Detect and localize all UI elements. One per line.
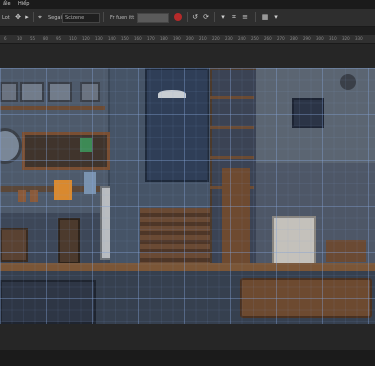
side-table [326, 240, 366, 262]
ruler-tick-label: 290 [303, 36, 311, 41]
item-tray [240, 278, 372, 318]
ruler-tick-label: 230 [225, 36, 233, 41]
transform-field[interactable] [137, 13, 169, 23]
cabinet [0, 228, 28, 262]
frame-2 [20, 82, 44, 102]
ruler-tick-label: 260 [264, 36, 272, 41]
horizontal-ruler: 6 10 55 80 95 110 120 130 140 150 160 170 180 190 200 2… [0, 35, 375, 44]
vase-1 [18, 190, 26, 202]
dropdown-icon[interactable]: ▾ [219, 13, 227, 21]
separator [103, 12, 104, 22]
ruler-tick-label: 210 [199, 36, 207, 41]
layer-select-value: Scizene [65, 15, 85, 21]
separator [255, 12, 256, 22]
color-swatch[interactable] [174, 13, 182, 21]
basement-shelf-left [0, 280, 96, 324]
ruler-tick-label: 95 [56, 36, 62, 41]
grid-icon[interactable]: ▦ [261, 13, 269, 21]
rotate-icon[interactable]: ↺ [191, 13, 199, 21]
transform-icon[interactable]: ⌖ [36, 13, 44, 21]
ruler-tick-label: 10 [17, 36, 23, 41]
ruler-tick-label: 320 [342, 36, 350, 41]
menu-bar: ẩle Hiểp [0, 0, 375, 9]
ceiling-lamp [158, 90, 186, 98]
ruler-tick-label: 150 [121, 36, 129, 41]
bottle [84, 172, 96, 194]
align-icon[interactable]: ≡ [241, 13, 249, 21]
stairs [140, 208, 210, 263]
ruler-tick-label: 55 [30, 36, 36, 41]
ruler-tick-label: 270 [277, 36, 285, 41]
shelf-board-2 [210, 126, 254, 129]
frame-1 [0, 82, 18, 102]
device-panel [292, 98, 324, 128]
ruler-tick-label: 250 [251, 36, 259, 41]
left-shelf-top [0, 106, 105, 110]
standing-frame [58, 218, 80, 264]
crop-icon[interactable]: ⌗ [230, 13, 238, 21]
fox-figure [54, 180, 72, 200]
shelf-board-1 [210, 96, 254, 99]
frame-4 [80, 82, 100, 102]
frame-3 [48, 82, 72, 102]
floor-strip [0, 263, 375, 271]
gear [340, 74, 356, 90]
separator [187, 12, 188, 22]
move-icon[interactable]: ✥ [14, 13, 22, 21]
tool-options-bar: Lot ✥ ▸ ⌖ Segai Scizene Fr fuen itt ↺ ⟳ … [0, 9, 375, 27]
canvas[interactable] [0, 68, 375, 324]
ruler-tick-label: 110 [69, 36, 77, 41]
ruler-tick-label: 280 [290, 36, 298, 41]
ruler-tick-label: 200 [186, 36, 194, 41]
ruler-tick-label: 80 [43, 36, 49, 41]
ruler-tick-label: 130 [95, 36, 103, 41]
workspace [0, 44, 375, 350]
ruler-tick-label: 330 [355, 36, 363, 41]
door [145, 68, 209, 182]
document-tab-strip [0, 27, 375, 35]
separator [33, 12, 34, 22]
ruler-tick-label: 170 [147, 36, 155, 41]
desk-frame [22, 132, 110, 170]
dropdown-small-icon[interactable]: ▾ [272, 13, 280, 21]
layer-label: Segai [48, 15, 62, 21]
ruler-tick-label: 160 [134, 36, 142, 41]
ruler-tick-label: 120 [82, 36, 90, 41]
ruler-tick-label: 300 [316, 36, 324, 41]
ruler-tick-label: 240 [238, 36, 246, 41]
menu-item-file[interactable]: ẩle [3, 0, 11, 9]
ruler-tick-label: 190 [173, 36, 181, 41]
ruler-tick-label: 310 [329, 36, 337, 41]
play-icon[interactable]: ▸ [23, 13, 31, 21]
separator [214, 12, 215, 22]
plant [80, 138, 92, 152]
wood-cabinet [222, 168, 250, 263]
ruler-tick-label: 180 [160, 36, 168, 41]
vase-2 [30, 190, 38, 202]
ruler-tick-label: 140 [108, 36, 116, 41]
transform-label: Fr fuen itt [110, 15, 135, 21]
ruler-tick-label: 6 [4, 36, 7, 41]
menu-item-help[interactable]: Hiểp [18, 0, 29, 9]
status-bar [0, 350, 375, 366]
ruler-tick-label: 220 [212, 36, 220, 41]
refresh-icon[interactable]: ⟳ [202, 13, 210, 21]
fireplace [272, 216, 316, 268]
fill-label: Lot [2, 15, 10, 21]
layer-select[interactable]: Scizene [62, 13, 100, 23]
shelf-board-3 [210, 156, 254, 159]
